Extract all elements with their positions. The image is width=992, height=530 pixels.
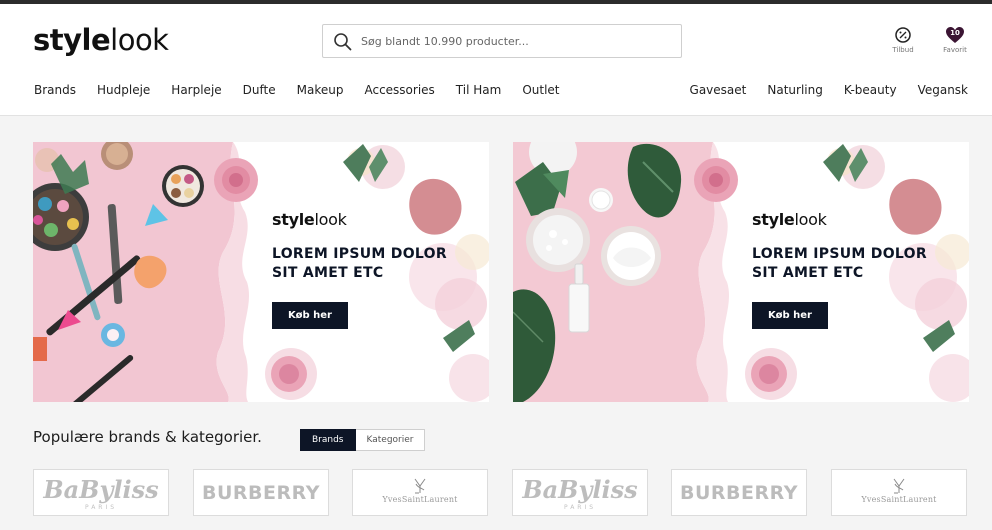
banner-logo-light: look	[794, 210, 827, 229]
banner-logo-bold: style	[272, 210, 315, 229]
search-box[interactable]	[322, 24, 682, 58]
nav-item-brands[interactable]: Brands	[34, 80, 76, 100]
shop-now-button[interactable]: Køb her	[272, 302, 348, 329]
brand-tile-burberry[interactable]: BURBERRY	[193, 469, 329, 516]
logo-light-text: look	[110, 23, 169, 57]
offers-icon	[895, 27, 911, 43]
brand-subtitle: PARIS	[563, 504, 597, 511]
secondary-nav: Gavesaet Naturling K-beauty Vegansk	[669, 80, 968, 100]
favorites-button[interactable]: 10 Favorit	[935, 26, 975, 54]
ysl-monogram-icon	[893, 478, 905, 494]
offers-button[interactable]: Tilbud	[883, 26, 923, 54]
brand-tile-ysl[interactable]: YvesSaintLaurent	[352, 469, 488, 516]
site-logo[interactable]: stylelook	[33, 22, 169, 58]
search-input[interactable]	[361, 31, 661, 51]
brand-name: BaByliss	[522, 475, 638, 504]
nav-item-outlet[interactable]: Outlet	[522, 80, 559, 100]
logo-bold-text: style	[33, 23, 111, 57]
nav-item-naturling[interactable]: Naturling	[767, 80, 822, 100]
ysl-monogram-icon	[414, 478, 426, 494]
brands-categories-toggle: Brands Kategorier	[300, 429, 426, 451]
shop-now-button[interactable]: Køb her	[752, 302, 828, 329]
popular-brands-title: Populære brands & kategorier.	[33, 428, 262, 446]
favorites-count: 10	[950, 29, 960, 37]
main-nav: Brands Hudpleje Harpleje Dufte Makeup Ac…	[34, 80, 581, 100]
brand-subtitle: PARIS	[84, 504, 118, 511]
brand-name: BURBERRY	[680, 482, 798, 504]
nav-item-til-ham[interactable]: Til Ham	[456, 80, 502, 100]
nav-item-k-beauty[interactable]: K-beauty	[844, 80, 897, 100]
brand-tile-babyliss[interactable]: BaByliss PARIS	[512, 469, 648, 516]
site-header: stylelook Tilbud 10 Favorit Brands Hudpl…	[0, 4, 992, 116]
promo-banner-makeup[interactable]: stylelook LOREM IPSUM DOLOR SIT AMET ETC…	[33, 142, 489, 402]
brand-tile-burberry[interactable]: BURBERRY	[671, 469, 807, 516]
banner-logo-light: look	[314, 210, 347, 229]
brand-name: BaByliss	[43, 475, 159, 504]
favorites-label: Favorit	[943, 46, 967, 54]
brand-name: YvesSaintLaurent	[382, 495, 458, 504]
nav-item-makeup[interactable]: Makeup	[297, 80, 344, 100]
search-icon[interactable]	[333, 32, 353, 52]
brand-name: BURBERRY	[202, 482, 320, 504]
banner-logo-bold: style	[752, 210, 795, 229]
banner-heading: LOREM IPSUM DOLOR SIT AMET ETC	[272, 246, 447, 281]
nav-item-accessories[interactable]: Accessories	[364, 80, 434, 100]
offers-label: Tilbud	[892, 46, 914, 54]
nav-item-harpleje[interactable]: Harpleje	[171, 80, 221, 100]
nav-item-gavesaet[interactable]: Gavesaet	[690, 80, 747, 100]
tab-brands[interactable]: Brands	[300, 429, 356, 451]
banner-logo: stylelook	[752, 210, 827, 229]
banner-heading: LOREM IPSUM DOLOR SIT AMET ETC	[752, 246, 927, 281]
brand-tile-ysl[interactable]: YvesSaintLaurent	[831, 469, 967, 516]
tab-kategorier[interactable]: Kategorier	[355, 429, 426, 451]
promo-banner-skincare[interactable]: stylelook LOREM IPSUM DOLOR SIT AMET ETC…	[513, 142, 969, 402]
nav-item-dufte[interactable]: Dufte	[243, 80, 276, 100]
nav-item-hudpleje[interactable]: Hudpleje	[97, 80, 150, 100]
banner-logo: stylelook	[272, 210, 347, 229]
brand-tile-babyliss[interactable]: BaByliss PARIS	[33, 469, 169, 516]
brand-name: YvesSaintLaurent	[861, 495, 937, 504]
nav-item-vegansk[interactable]: Vegansk	[918, 80, 968, 100]
